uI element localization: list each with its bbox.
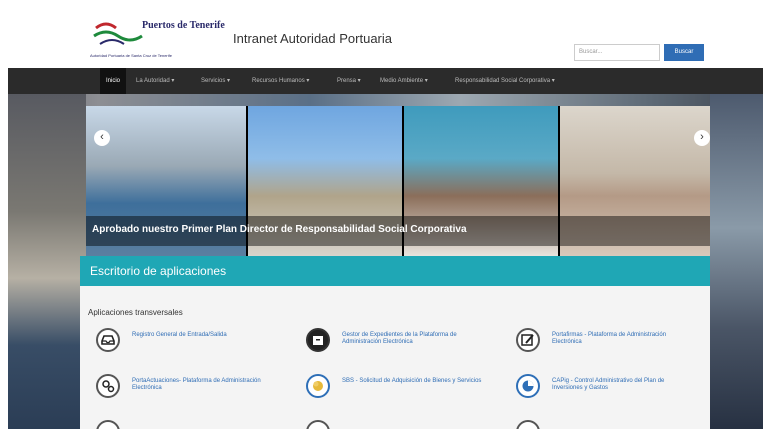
app-label: Gestor de Expedientes de la Plataforma d…: [342, 332, 457, 345]
chart-icon: [516, 374, 540, 398]
logo-wave-icon: [93, 22, 143, 45]
news-carousel[interactable]: Aprobado nuestro Primer Plan Director de…: [86, 106, 710, 256]
archive-box-icon: [306, 328, 330, 352]
site-title: Intranet Autoridad Portuaria: [233, 31, 392, 46]
nav-item-inicio[interactable]: Inicio: [100, 68, 127, 94]
desk-header-bar: Escritorio de aplicaciones: [80, 256, 710, 286]
carousel-caption-bar: Aprobado nuestro Primer Plan Director de…: [86, 216, 710, 246]
desk-title: Escritorio de aplicaciones: [90, 264, 227, 278]
nav-item-label: Prensa: [337, 78, 357, 84]
app-portaactuaciones[interactable]: PortaActuaciones- Plataforma de Administ…: [96, 374, 296, 404]
nav-item-rsc[interactable]: Responsabilidad Social Corporativa ▾: [455, 68, 555, 94]
app-icon-partial: [96, 420, 120, 429]
app-icon-partial: [516, 420, 540, 429]
app-icon-partial: [306, 420, 330, 429]
inbox-icon: [96, 328, 120, 352]
site-logo[interactable]: Puertos de Tenerife Autoridad Portuaria …: [86, 14, 236, 62]
background-right-photo: [710, 94, 763, 429]
nav-item-label: La Autoridad: [136, 78, 170, 84]
nav-item-prensa[interactable]: Prensa ▾: [337, 68, 361, 94]
app-partial-row[interactable]: [96, 420, 296, 429]
nav-item-servicios[interactable]: Servicios ▾: [201, 68, 230, 94]
main-navbar: Inicio La Autoridad ▾ Servicios ▾ Recurs…: [8, 68, 763, 94]
logo-subtitle: Autoridad Portuaria de Santa Cruz de Ten…: [90, 53, 172, 58]
app-capig[interactable]: CAPig - Control Administrativo del Plan …: [516, 374, 706, 404]
app-label: CAPig - Control Administrativo del Plan …: [552, 378, 665, 391]
app-gestor-expedientes[interactable]: Gestor de Expedientes de la Plataforma d…: [306, 328, 506, 358]
app-label: Portafirmas - Plataforma de Administraci…: [552, 332, 667, 345]
app-portafirmas[interactable]: Portafirmas - Plataforma de Administraci…: [516, 328, 706, 358]
app-partial-row[interactable]: [306, 420, 506, 429]
nav-item-la-autoridad[interactable]: La Autoridad ▾: [136, 68, 174, 94]
carousel-caption[interactable]: Aprobado nuestro Primer Plan Director de…: [92, 224, 467, 235]
app-label: SBS - Solicitud de Adquisición de Bienes…: [342, 378, 482, 384]
app-sbs[interactable]: SBS - Solicitud de Adquisición de Bienes…: [306, 374, 506, 404]
section-label: Aplicaciones transversales: [88, 308, 183, 317]
pen-sign-icon: [516, 328, 540, 352]
chevron-left-icon[interactable]: ‹: [94, 130, 110, 146]
nav-item-recursos-humanos[interactable]: Recursos Humanos ▾: [252, 68, 309, 94]
page-frame: Puertos de Tenerife Autoridad Portuaria …: [8, 0, 763, 429]
search-input[interactable]: Buscar...: [574, 44, 660, 61]
nav-item-label: Responsabilidad Social Corporativa: [455, 78, 551, 84]
nav-item-label: Servicios: [201, 78, 226, 84]
gears-icon: [96, 374, 120, 398]
nav-item-label: Medio Ambiente: [380, 78, 424, 84]
apps-panel: Aplicaciones transversales Registro Gene…: [80, 286, 710, 429]
logo-name: Puertos de Tenerife: [142, 20, 225, 31]
site-header: Puertos de Tenerife Autoridad Portuaria …: [8, 0, 763, 68]
coins-icon: [306, 374, 330, 398]
app-label: PortaActuaciones- Plataforma de Administ…: [132, 378, 261, 391]
app-registro-general[interactable]: Registro General de Entrada/Salida: [96, 328, 296, 358]
nav-item-medio-ambiente[interactable]: Medio Ambiente ▾: [380, 68, 428, 94]
app-partial-row[interactable]: [516, 420, 706, 429]
search-button[interactable]: Buscar: [664, 44, 704, 61]
nav-item-label: Recursos Humanos: [252, 78, 305, 84]
chevron-right-icon[interactable]: ›: [694, 130, 710, 146]
background-left-photo: [8, 94, 86, 429]
app-label: Registro General de Entrada/Salida: [132, 332, 227, 338]
